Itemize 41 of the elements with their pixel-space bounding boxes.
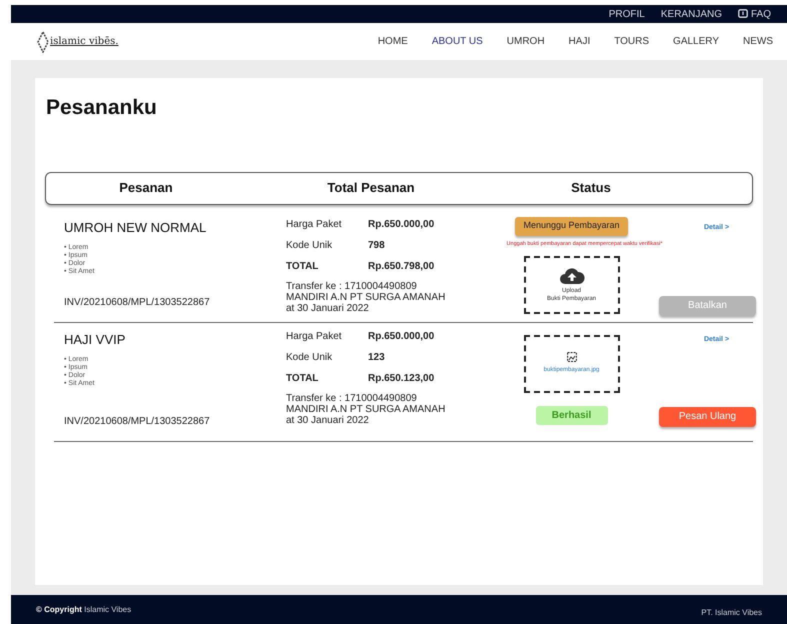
field-value: Rp.650.000,00 <box>368 218 434 232</box>
image-file-icon <box>566 352 576 362</box>
nav-link[interactable]: NEWS <box>743 34 773 49</box>
field-value: Rp.650.123,00 <box>368 372 434 386</box>
field-value: 123 <box>368 350 385 364</box>
page-title: Pesananku <box>46 95 158 121</box>
nav-link[interactable]: GALLERY <box>673 34 719 49</box>
nav-link[interactable]: HOME <box>378 34 408 49</box>
column-header: Status <box>571 180 611 196</box>
field-label: Harga Paket <box>286 218 343 232</box>
nav-link[interactable]: TOURS <box>614 34 650 49</box>
cloud-upload-icon <box>558 266 584 285</box>
status-badge: Menunggu Pembayaran <box>515 216 628 236</box>
field-label: TOTAL <box>286 260 320 274</box>
transfer-info: Transfer ke : 1710004490809 MANDIRI A.N PT SURGA AMANAH at 30 Januari 2022 <box>286 280 446 314</box>
invoice-number: INV/20210608/MPL/1303522867 <box>64 296 211 310</box>
top-link[interactable]: PROFIL <box>608 6 645 22</box>
package-name: UMROH NEW NORMAL <box>64 218 208 236</box>
copyright-text: © Copyright Islamic Vibes <box>36 604 132 616</box>
nav-link[interactable]: ABOUT US <box>432 34 483 49</box>
field-label: Kode Unik <box>286 238 334 252</box>
column-header: Pesanan <box>119 180 173 196</box>
field-label: Harga Paket <box>286 330 343 344</box>
nav-link[interactable]: HAJI <box>568 34 590 49</box>
field-value: Rp.650.000,00 <box>368 330 434 344</box>
field-value: 798 <box>368 238 385 252</box>
column-header: Total Pesanan <box>327 180 415 196</box>
invoice-number: INV/20210608/MPL/1303522867 <box>64 414 211 428</box>
status-badge: Berhasil <box>536 406 608 424</box>
top-link[interactable]: KERANJANG <box>660 6 722 22</box>
diamond-logo-icon <box>37 30 49 52</box>
package-name: HAJI VVIP <box>64 330 126 348</box>
field-label: TOTAL <box>286 372 320 386</box>
top-link[interactable]: FAQ <box>738 6 771 22</box>
logo-text: islamic vibēs. <box>50 35 118 49</box>
company-name: PT. Islamic Vibes <box>701 607 762 619</box>
chat-icon <box>738 9 748 19</box>
field-label: Kode Unik <box>286 350 334 364</box>
nav-link[interactable]: UMROH <box>506 34 545 49</box>
transfer-info: Transfer ke : 1710004490809 MANDIRI A.N PT SURGA AMANAH at 30 Januari 2022 <box>286 392 446 426</box>
field-value: Rp.650.798,00 <box>368 260 434 274</box>
